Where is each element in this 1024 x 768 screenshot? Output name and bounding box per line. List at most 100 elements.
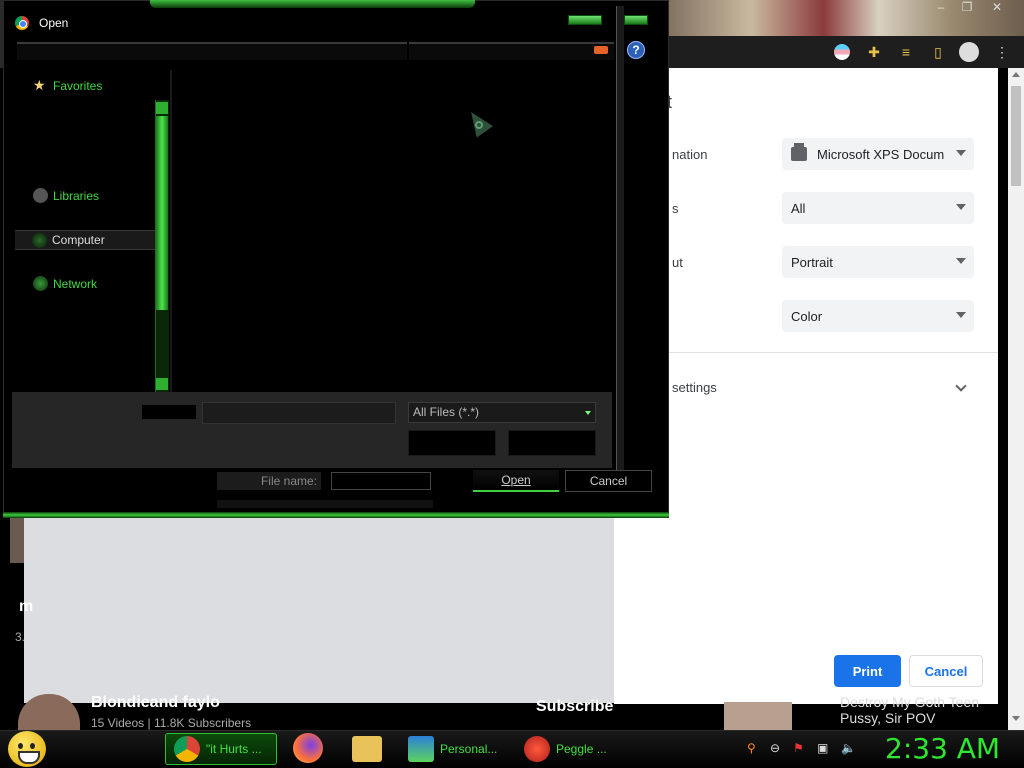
destination-value: Microsoft XPS Docum xyxy=(817,146,945,162)
page-scrollbar-thumb[interactable] xyxy=(1011,86,1021,186)
chevron-down-icon xyxy=(956,312,966,318)
taskbar-item-label: "it Hurts ... xyxy=(206,742,262,756)
file-name-label-box xyxy=(142,405,196,419)
mouse-cursor-ring-icon xyxy=(475,121,483,129)
taskbar-item-personal[interactable]: Personal... xyxy=(400,733,510,765)
color-value: Color xyxy=(791,308,823,324)
subscribe-button[interactable]: Subscribe xyxy=(536,698,613,716)
search-icon[interactable] xyxy=(594,46,608,54)
settings-divider xyxy=(614,352,998,353)
taskbar xyxy=(0,730,1024,768)
video-thumbnail[interactable] xyxy=(10,515,24,563)
chevron-down-icon xyxy=(956,258,966,264)
action-center-flag-icon[interactable]: ⚑ xyxy=(793,741,807,755)
page-text-fragment: 3. xyxy=(15,630,26,644)
taskbar-item-chrome[interactable]: "it Hurts ... xyxy=(165,733,277,765)
more-settings-toggle[interactable]: settings xyxy=(672,380,717,395)
nav-item-computer[interactable]: Computer xyxy=(15,230,155,250)
nav-item-network[interactable]: Network xyxy=(33,276,97,291)
dialog-footer-strip xyxy=(217,500,433,508)
start-button-smiley-icon[interactable] xyxy=(8,731,46,767)
video-title-line: Pussy, Sir POV xyxy=(840,710,936,726)
channel-name[interactable]: Blondieand faylo xyxy=(91,694,220,712)
file-type-select[interactable]: All Files (*.*) xyxy=(408,402,596,423)
profile-avatar-icon[interactable] xyxy=(959,42,979,62)
nav-item-label: Libraries xyxy=(53,188,100,203)
page-text-fragment: m xyxy=(19,598,34,615)
pages-label: s xyxy=(672,201,679,216)
dialog-right-border xyxy=(616,6,624,476)
status-tray-icon[interactable]: ⊖ xyxy=(770,741,784,755)
nav-item-label: Computer xyxy=(52,233,105,247)
chevron-down-icon xyxy=(956,204,966,210)
flag-extension-icon[interactable] xyxy=(832,42,852,62)
printer-icon xyxy=(791,143,807,161)
search-input[interactable] xyxy=(409,42,614,60)
channel-stats: 15 Videos | 11.8K Subscribers xyxy=(91,716,252,730)
address-bar[interactable] xyxy=(17,42,407,60)
pages-select[interactable]: All xyxy=(782,192,974,224)
restore-icon[interactable]: ❐ xyxy=(956,0,978,16)
scroll-up-icon[interactable] xyxy=(1012,72,1020,77)
pages-value: All xyxy=(791,200,806,216)
layout-value: Portrait xyxy=(791,254,833,270)
taskbar-item-label: Peggle ... xyxy=(556,742,607,756)
cancel-print-button[interactable]: Cancel xyxy=(909,655,983,687)
taskbar-clock[interactable]: 2:33 AM xyxy=(885,732,1000,765)
layout-select[interactable]: Portrait xyxy=(782,246,974,278)
nav-item-label: Network xyxy=(53,276,98,291)
nav-item-label: Favorites xyxy=(53,78,103,93)
scroll-up-icon[interactable] xyxy=(156,102,168,114)
dialog-glow-top xyxy=(150,0,475,8)
dialog-close-button[interactable] xyxy=(624,15,648,25)
taskbar-item-peggle[interactable]: Peggle ... xyxy=(516,733,626,765)
print-preview-area xyxy=(24,515,614,703)
video-title[interactable]: Destroy My Goth Teen Pussy, Sir POV xyxy=(840,694,979,726)
file-list-pane[interactable] xyxy=(172,70,616,392)
nav-scrollbar-thumb[interactable] xyxy=(156,116,168,310)
computer-icon xyxy=(32,232,47,248)
dialog-title: Open xyxy=(39,16,69,30)
nav-item-favorites[interactable]: ★ Favorites xyxy=(33,78,102,93)
open-button-blank[interactable] xyxy=(408,430,496,456)
layout-label: ut xyxy=(672,255,683,270)
peggle-icon xyxy=(524,736,550,762)
extensions-puzzle-icon[interactable]: ✚ xyxy=(864,42,884,62)
file-name-input[interactable] xyxy=(202,402,396,424)
open-button[interactable]: Open xyxy=(473,470,559,492)
folder-icon[interactable] xyxy=(352,733,384,765)
help-icon[interactable]: ? xyxy=(627,41,645,59)
minimize-icon[interactable]: – xyxy=(930,0,952,16)
volume-icon[interactable]: 🔈 xyxy=(841,741,856,755)
libraries-icon xyxy=(33,188,48,203)
cancel-button-blank[interactable] xyxy=(508,430,596,456)
star-icon: ★ xyxy=(33,77,46,93)
nav-item-libraries[interactable]: Libraries xyxy=(33,188,99,203)
sidebar-icon[interactable]: ▯ xyxy=(928,42,948,62)
file-name-field-under[interactable] xyxy=(331,472,431,490)
dialog-glow-bottom xyxy=(3,512,669,518)
file-type-value: All Files (*.*) xyxy=(413,405,480,419)
chevron-down-icon xyxy=(585,411,591,415)
media-queue-icon[interactable]: ≡ xyxy=(896,42,916,62)
close-icon[interactable]: ✕ xyxy=(986,0,1008,16)
network-icon xyxy=(33,276,48,291)
monitor-icon xyxy=(408,736,434,762)
chrome-icon xyxy=(15,16,29,30)
dialog-minimize-button[interactable] xyxy=(568,15,602,25)
search-tray-icon[interactable]: ⚲ xyxy=(747,741,761,755)
print-button[interactable]: Print xyxy=(834,655,901,687)
destination-select[interactable]: Microsoft XPS Docum xyxy=(782,138,974,170)
video-thumbnail[interactable] xyxy=(724,702,792,730)
scroll-down-icon[interactable] xyxy=(156,378,168,390)
video-title-line: Destroy My Goth Teen xyxy=(840,694,980,710)
chevron-down-icon xyxy=(956,150,966,156)
scroll-down-icon[interactable] xyxy=(1012,716,1020,721)
cancel-button[interactable]: Cancel xyxy=(565,470,652,492)
firefox-icon[interactable] xyxy=(293,733,325,765)
chrome-icon xyxy=(174,736,200,762)
destination-label: nation xyxy=(672,147,708,162)
color-select[interactable]: Color xyxy=(782,300,974,332)
kebab-menu-icon[interactable]: ⋮ xyxy=(992,42,1012,62)
network-tray-icon[interactable]: ▣ xyxy=(817,741,831,755)
